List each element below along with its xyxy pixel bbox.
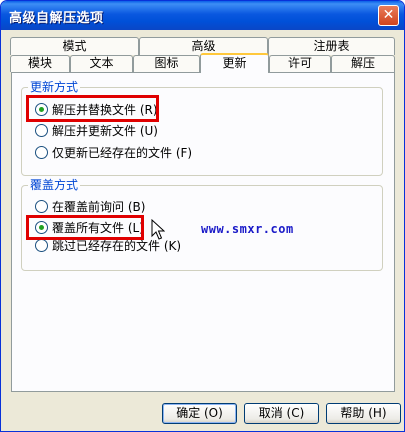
update-option-update-label: 解压并更新文件 (U) [52, 124, 158, 138]
tab-icon[interactable]: 图标 [133, 55, 200, 72]
update-option-update[interactable]: 解压并更新文件 (U) [35, 124, 158, 138]
update-method-legend: 更新方式 [28, 80, 81, 94]
mouse-cursor-icon [151, 219, 165, 240]
highlight-box-overwrite-all [26, 215, 144, 240]
cancel-button[interactable]: 取消 (C) [244, 403, 319, 424]
tab-extract[interactable]: 解压 [331, 55, 395, 72]
dialog-window: 高级自解压选项 ✕ 模式 高级 注册表 模块 文本 图标 更新 许可 解压 更新… [0, 0, 405, 432]
tab-module[interactable]: 模块 [10, 55, 70, 72]
update-option-existing-label: 仅更新已经存在的文件 (F) [52, 146, 193, 160]
radio-unchecked-icon[interactable] [35, 239, 48, 252]
overwrite-option-skip-label: 跳过已经存在的文件 (K) [52, 239, 182, 253]
overwrite-option-skip[interactable]: 跳过已经存在的文件 (K) [35, 239, 181, 253]
highlight-box-replace [26, 95, 159, 122]
help-button[interactable]: 帮助 (H) [326, 403, 401, 424]
tab-update[interactable]: 更新 [200, 53, 269, 73]
tab-text[interactable]: 文本 [70, 55, 133, 72]
overwrite-method-legend: 覆盖方式 [28, 178, 81, 192]
tab-license[interactable]: 许可 [269, 55, 331, 72]
overwrite-option-ask[interactable]: 在覆盖前询问 (B) [35, 200, 145, 214]
radio-unchecked-icon[interactable] [35, 200, 48, 213]
radio-unchecked-icon[interactable] [35, 124, 48, 137]
ok-button[interactable]: 确定 (O) [162, 403, 237, 424]
window-title: 高级自解压选项 [9, 11, 104, 26]
tab-mode[interactable]: 模式 [10, 37, 139, 55]
close-button[interactable]: ✕ [378, 5, 399, 26]
title-bar[interactable]: 高级自解压选项 ✕ [1, 1, 404, 30]
overwrite-option-ask-label: 在覆盖前询问 (B) [52, 200, 146, 214]
watermark-text: www.smxr.com [201, 222, 294, 236]
radio-unchecked-icon[interactable] [35, 146, 48, 159]
close-icon: ✕ [382, 7, 395, 23]
tab-registry[interactable]: 注册表 [268, 37, 395, 55]
update-option-existing[interactable]: 仅更新已经存在的文件 (F) [35, 146, 192, 160]
